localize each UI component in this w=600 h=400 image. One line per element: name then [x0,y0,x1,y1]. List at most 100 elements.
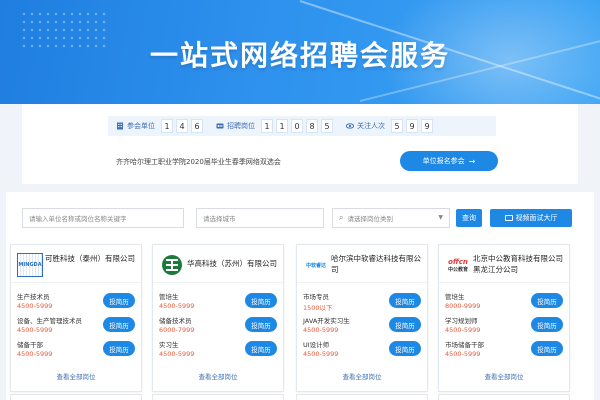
company-logo [159,253,185,277]
apply-button[interactable]: 投简历 [245,341,277,356]
job-item: JAVA开发实习生 4500-5999 投简历 [303,315,423,339]
video-interview-button[interactable]: 视频面试大厅 [490,209,572,227]
job-salary: 4500-5999 [159,350,195,358]
card-header: MINGDA 可胜科技（泰州）有限公司 [11,245,141,283]
job-title[interactable]: 实习生 [159,339,179,349]
job-title[interactable]: 储备技术员 [159,315,192,325]
stat-digit: 9 [406,119,418,133]
company-card: 中软睿达 哈尔滨中软睿达科技有限公司 市场专员 1500以下 投简历 JAVA开… [296,244,428,392]
company-card-partial[interactable] [152,394,284,400]
company-card-partial[interactable] [10,394,142,400]
job-title[interactable]: 管培生 [445,291,465,301]
company-card: MINGDA 可胜科技（泰州）有限公司 生产技术员 4500-5999 投简历 … [10,244,142,392]
job-salary: 4500-5999 [17,350,53,358]
job-salary: 1500以下 [303,304,333,312]
view-all-jobs-link[interactable]: 查看全部岗位 [153,371,283,381]
stats-bar: 参会单位 1 4 6 招聘岗位 1 1 0 8 5 关注人次 5 9 9 [108,116,496,136]
company-name[interactable]: 华高科技（苏州）有限公司 [187,258,281,269]
stat-digit: 6 [191,119,203,133]
stat-followers: 关注人次 5 9 9 [346,119,436,133]
stat-digit: 8 [306,119,318,133]
job-title[interactable]: 市场专员 [303,291,329,301]
company-card-partial[interactable] [296,394,428,400]
job-item: 学习规划师 4500-5999 投简历 [445,315,565,339]
fair-info-card: 参会单位 1 4 6 招聘岗位 1 1 0 8 5 关注人次 5 9 9 齐齐哈… [22,104,578,184]
eye-icon [346,123,354,129]
job-salary: 4500-5999 [445,326,481,334]
company-name[interactable]: 可胜科技（泰州）有限公司 [45,253,139,264]
job-salary: 6000-7999 [159,326,195,334]
job-item: UI设计师 4500-5999 投简历 [303,339,423,363]
view-all-jobs-link[interactable]: 查看全部岗位 [297,371,427,381]
view-all-jobs-link[interactable]: 查看全部岗位 [11,371,141,381]
apply-button[interactable]: 投简历 [245,317,277,332]
apply-button[interactable]: 投简历 [103,317,135,332]
register-button[interactable]: 单位报名参会 → [400,151,498,171]
company-card: 华高科技（苏州）有限公司 管培生 4500-5999 投简历 储备技术员 600… [152,244,284,392]
stat-positions: 招聘岗位 1 1 0 8 5 [216,119,336,133]
stat-companies: 参会单位 1 4 6 [116,119,206,133]
company-card: offcn 中公教育 北京中公教育科技有限公司黑龙江分公司 管培生 8000-9… [438,244,570,392]
job-title[interactable]: 学习规划师 [445,315,478,325]
keyword-search-input[interactable]: 请输入单位名称或岗位名称关键字 [22,208,184,228]
apply-button[interactable]: 投简历 [531,293,563,308]
apply-button[interactable]: 投简历 [389,341,421,356]
job-item: 市场储备干部 4500-5999 投简历 [445,339,565,363]
job-title[interactable]: UI设计师 [303,339,329,349]
stat-digit: 1 [276,119,288,133]
stat-digit: 1 [161,119,173,133]
stat-digit: 1 [261,119,273,133]
logo-subtext: 中公教育 [447,266,468,273]
job-title[interactable]: 生产技术员 [17,291,50,301]
company-list-panel: 请输入单位名称或岗位名称关键字 请选择城市 ⌕ 请选择岗位类别 ▼ 查询 视频面… [6,192,594,400]
banner-title: 一站式网络招聘会服务 [149,39,450,72]
query-button[interactable]: 查询 [456,209,482,227]
stat-digit: 4 [176,119,188,133]
stat-digit: 5 [321,119,333,133]
apply-button[interactable]: 投简历 [389,317,421,332]
id-card-icon [216,123,224,129]
job-salary: 4500-5999 [159,302,195,310]
job-title[interactable]: 市场储备干部 [445,339,484,349]
logo-text: MINGDA [18,262,42,268]
company-name[interactable]: 哈尔滨中软睿达科技有限公司 [331,253,425,275]
card-header: 华高科技（苏州）有限公司 [153,245,283,283]
card-header: offcn 中公教育 北京中公教育科技有限公司黑龙江分公司 [439,245,569,283]
keyword-placeholder: 请输入单位名称或岗位名称关键字 [29,215,127,223]
company-logo: offcn 中公教育 [445,253,471,277]
fair-name: 齐齐哈尔理工职业学院2020届毕业生春季网络双选会 [116,158,281,166]
job-title[interactable]: JAVA开发实习生 [303,315,350,325]
apply-button[interactable]: 投简历 [531,341,563,356]
job-item: 管培生 4500-5999 投简历 [159,291,279,315]
video-button-label: 视频面试大厅 [515,214,558,222]
stat-digit: 5 [391,119,403,133]
job-salary: 4500-5999 [17,326,53,334]
apply-button[interactable]: 投简历 [531,317,563,332]
search-icon: ⌕ [339,213,344,222]
job-item: 管培生 8000-9999 投简历 [445,291,565,315]
card-header: 中软睿达 哈尔滨中软睿达科技有限公司 [297,245,427,283]
view-all-jobs-link[interactable]: 查看全部岗位 [439,371,569,381]
job-title[interactable]: 设备、生产管理技术员 [17,315,82,325]
job-item: 实习生 4500-5999 投简历 [159,339,279,363]
company-name[interactable]: 北京中公教育科技有限公司黑龙江分公司 [473,253,567,275]
stat-digit: 9 [421,119,433,133]
company-card-partial[interactable] [438,394,570,400]
apply-button[interactable]: 投简历 [245,293,277,308]
apply-button[interactable]: 投简历 [103,293,135,308]
stat-label: 招聘岗位 [227,122,255,130]
city-placeholder: 请选择城市 [203,215,236,223]
city-select[interactable]: 请选择城市 [196,208,324,228]
apply-button[interactable]: 投简历 [103,341,135,356]
job-salary: 4500-5999 [303,350,339,358]
job-title[interactable]: 储备干部 [17,339,43,349]
job-salary: 4500-5999 [17,302,53,310]
category-select[interactable]: ⌕ 请选择岗位类别 ▼ [332,208,450,228]
job-title[interactable]: 管培生 [159,291,179,301]
apply-button[interactable]: 投简历 [389,293,421,308]
chevron-down-icon: ▼ [438,214,443,221]
job-salary: 4500-5999 [303,326,339,334]
arrow-right-icon: → [468,156,476,166]
banner: 一站式网络招聘会服务 [0,0,600,104]
logo-text: offcn [448,257,468,266]
